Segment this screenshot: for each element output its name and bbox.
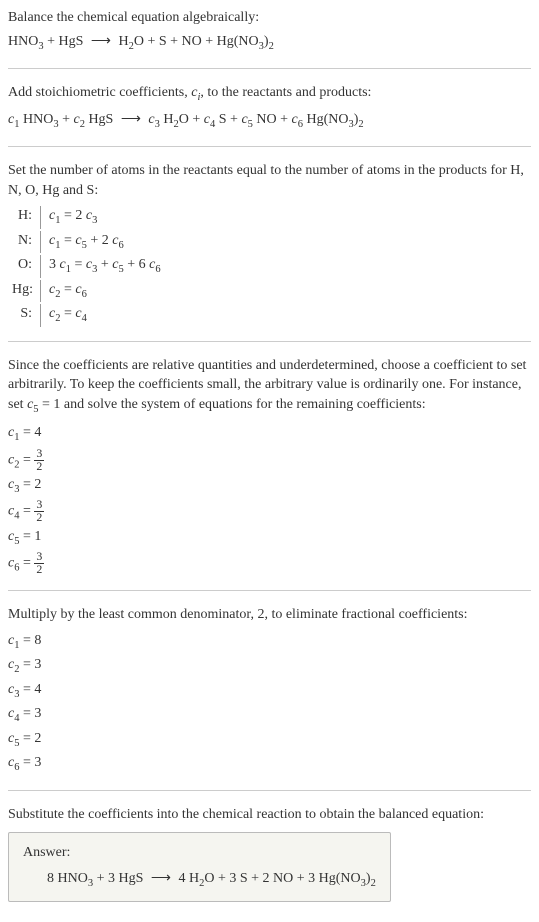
atom-row: H: c1 = 2 c3: [12, 206, 531, 228]
coef-row: c6 = 32: [8, 551, 531, 576]
atom-row: N: c1 = c5 + 2 c6: [12, 231, 531, 253]
intro-lhs: HNO3 + HgS: [8, 34, 83, 49]
answer-box: Answer: 8 HNO3 + 3 HgS ⟶ 4 H2O + 3 S + 2…: [8, 832, 391, 902]
divider: [8, 68, 531, 69]
coef-row: c5 = 2: [8, 729, 531, 751]
answer-equation: 8 HNO3 + 3 HgS ⟶ 4 H2O + 3 S + 2 NO + 3 …: [23, 869, 376, 891]
intro-section: Balance the chemical equation algebraica…: [8, 8, 531, 54]
atom-label: S:: [12, 304, 40, 324]
intro-equation: HNO3 + HgS ⟶ H2O + S + NO + Hg(NO3)2: [8, 32, 531, 54]
atom-row: Hg: c2 = c6: [12, 280, 531, 302]
coef-row: c1 = 8: [8, 631, 531, 653]
atom-eq: c2 = c6: [40, 280, 87, 302]
divider: [8, 790, 531, 791]
coef-row: c4 = 32: [8, 499, 531, 524]
intro-rhs: H2O + S + NO + Hg(NO3)2: [118, 34, 273, 49]
atom-label: N:: [12, 231, 40, 251]
step6-text: Substitute the coefficients into the che…: [8, 805, 531, 825]
divider: [8, 146, 531, 147]
coef-row: c1 = 4: [8, 423, 531, 445]
atom-eq: c1 = c5 + 2 c6: [40, 231, 124, 253]
intro-text: Balance the chemical equation algebraica…: [8, 8, 531, 28]
answer-label: Answer:: [23, 843, 376, 863]
atom-eq: c2 = c4: [40, 304, 87, 326]
arrow-icon: ⟶: [117, 112, 145, 127]
atom-label: O:: [12, 255, 40, 275]
coef-list: c1 = 8 c2 = 3 c3 = 4 c4 = 3 c5 = 2 c6 = …: [8, 631, 531, 776]
atom-row: O: 3 c1 = c3 + c5 + 6 c6: [12, 255, 531, 277]
step2-text: Add stoichiometric coefficients, ci, to …: [8, 83, 531, 105]
divider: [8, 590, 531, 591]
step3-section: Set the number of atoms in the reactants…: [8, 161, 531, 327]
step3-text: Set the number of atoms in the reactants…: [8, 161, 531, 200]
atom-table: H: c1 = 2 c3 N: c1 = c5 + 2 c6 O: 3 c1 =…: [12, 206, 531, 326]
step4-text: Since the coefficients are relative quan…: [8, 356, 531, 418]
coef-row: c4 = 3: [8, 704, 531, 726]
step6-section: Substitute the coefficients into the che…: [8, 805, 531, 903]
atom-label: Hg:: [12, 280, 40, 300]
step5-section: Multiply by the least common denominator…: [8, 605, 531, 776]
atom-row: S: c2 = c4: [12, 304, 531, 326]
atom-label: H:: [12, 206, 40, 226]
step2-section: Add stoichiometric coefficients, ci, to …: [8, 83, 531, 132]
coef-row: c2 = 32: [8, 448, 531, 473]
atom-eq: 3 c1 = c3 + c5 + 6 c6: [40, 255, 161, 277]
arrow-icon: ⟶: [87, 34, 115, 49]
coef-list: c1 = 4 c2 = 32 c3 = 2 c4 = 32 c5 = 1 c6 …: [8, 423, 531, 576]
coef-row: c3 = 2: [8, 475, 531, 497]
divider: [8, 341, 531, 342]
atom-eq: c1 = 2 c3: [40, 206, 97, 228]
coef-row: c5 = 1: [8, 527, 531, 549]
step2-equation: c1 HNO3 + c2 HgS ⟶ c3 H2O + c4 S + c5 NO…: [8, 110, 531, 132]
arrow-icon: ⟶: [147, 871, 175, 886]
step5-text: Multiply by the least common denominator…: [8, 605, 531, 625]
coef-row: c6 = 3: [8, 753, 531, 775]
step4-section: Since the coefficients are relative quan…: [8, 356, 531, 576]
coef-row: c3 = 4: [8, 680, 531, 702]
coef-row: c2 = 3: [8, 655, 531, 677]
